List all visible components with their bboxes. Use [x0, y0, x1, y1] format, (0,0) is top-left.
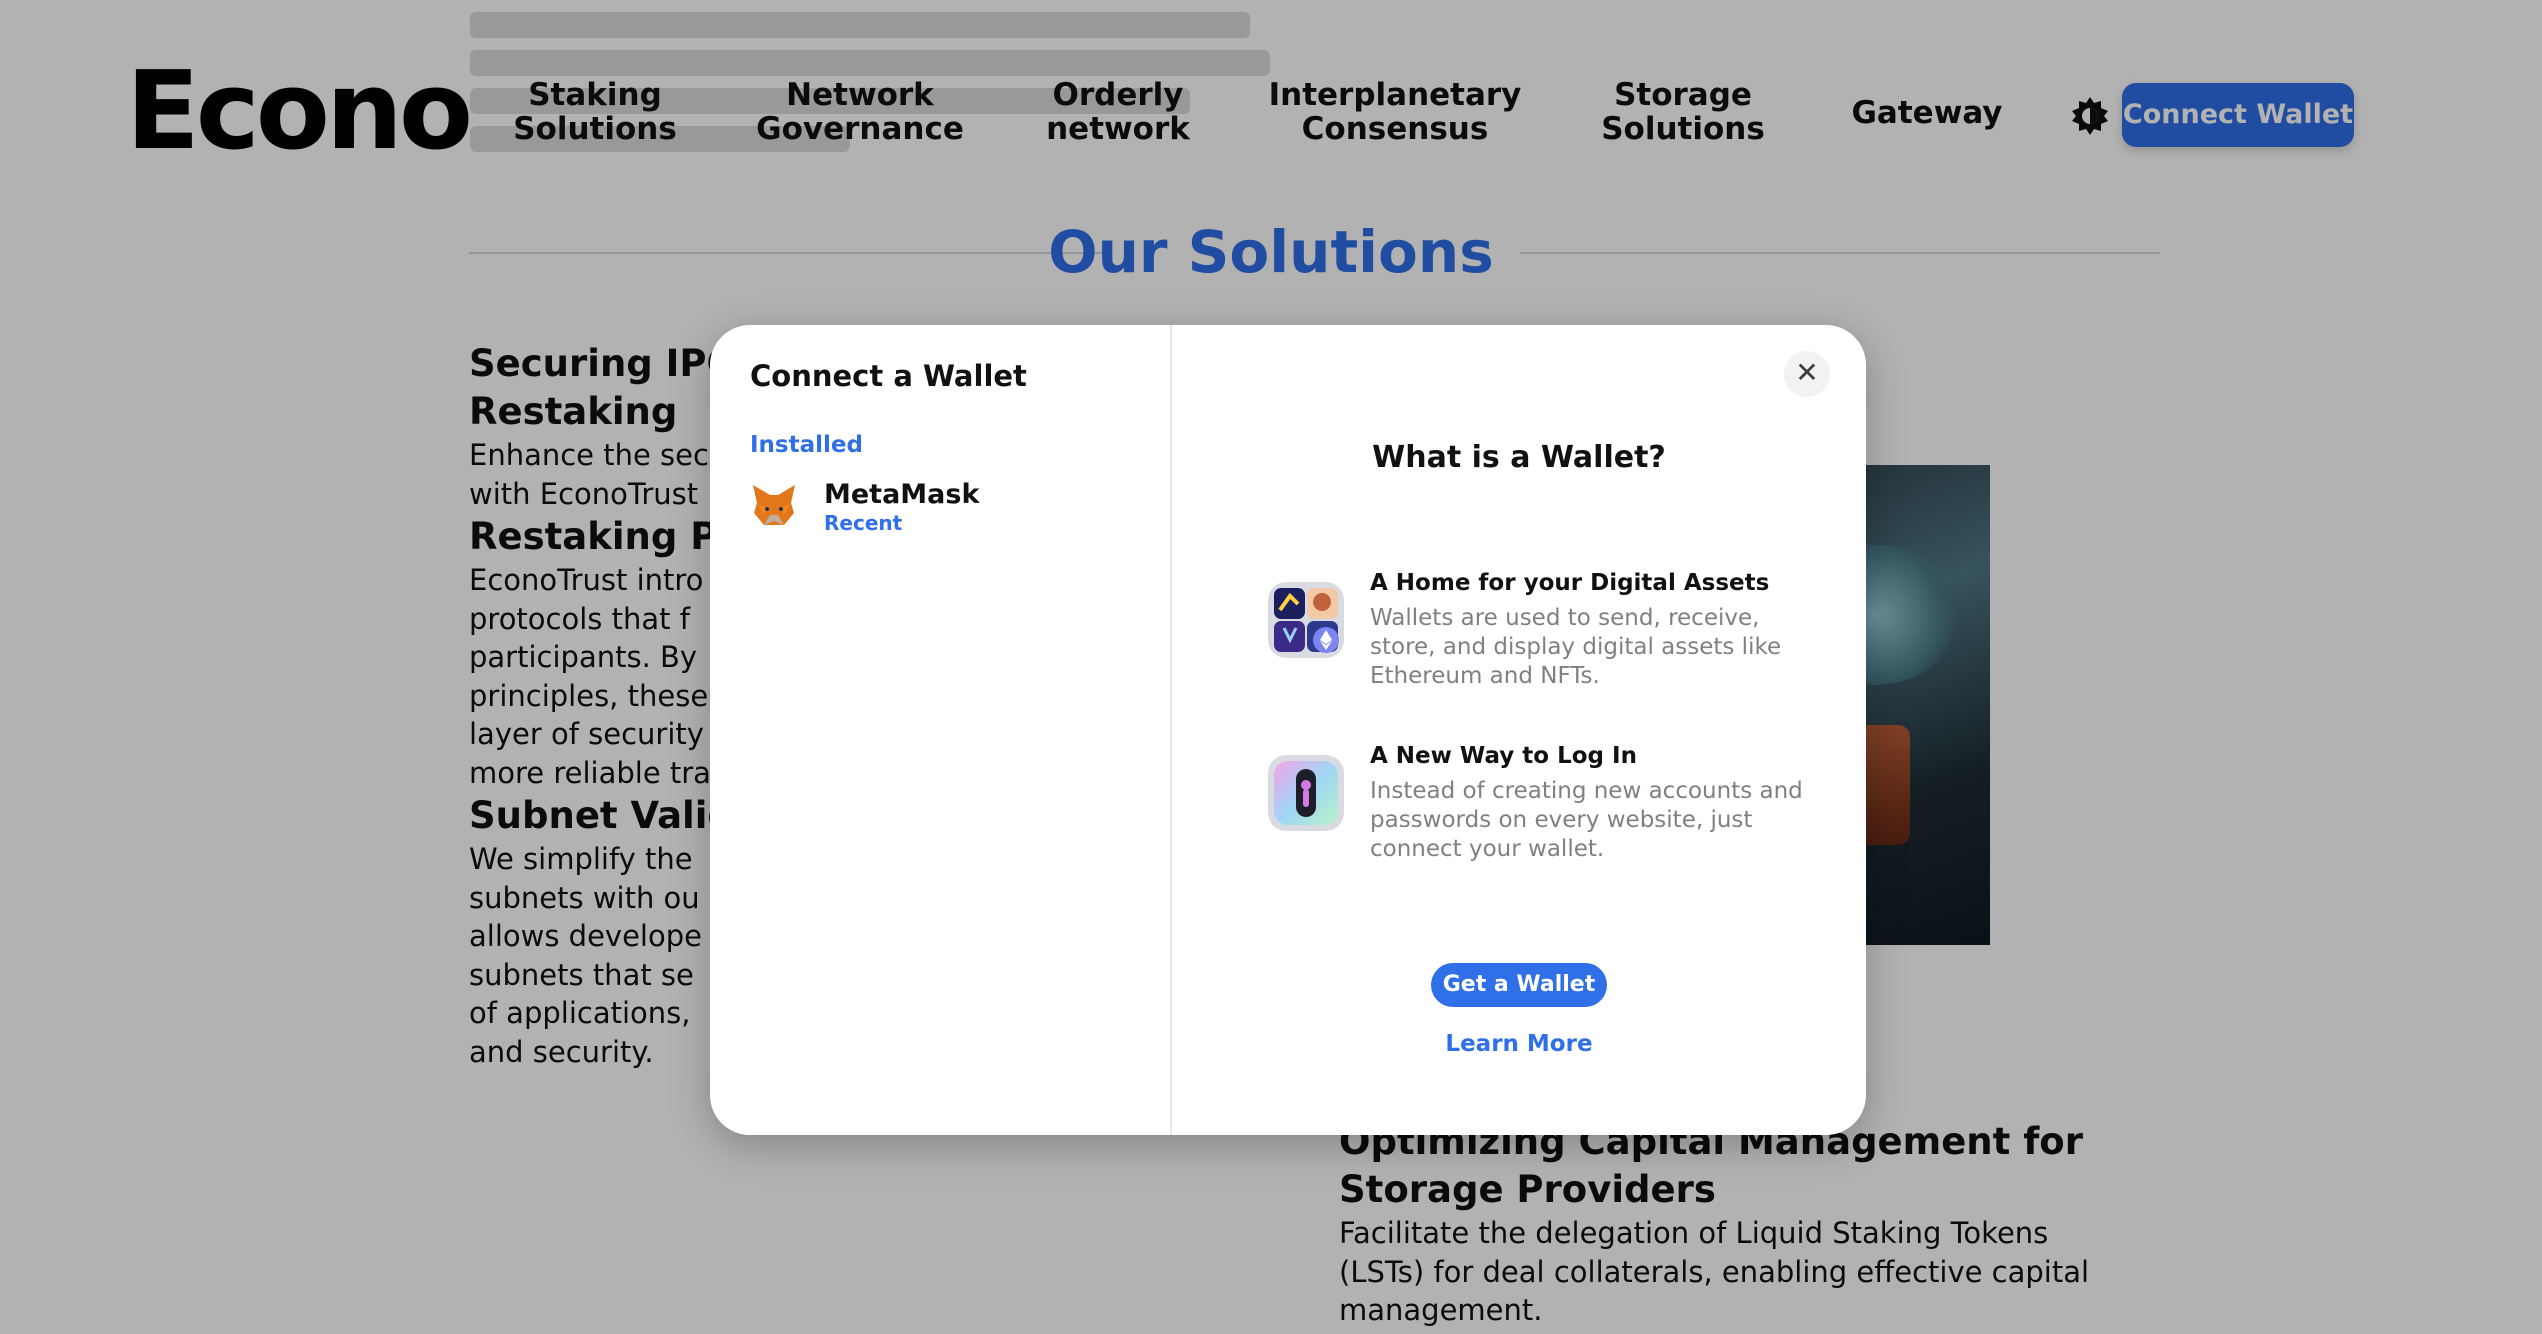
info-description: Instead of creating new accounts and pas… [1370, 778, 1803, 862]
connect-wallet-modal: Connect a Wallet Installed MetaMask Rece [710, 325, 1866, 1135]
modal-title: Connect a Wallet [750, 359, 1027, 393]
installed-label: Installed [750, 432, 863, 458]
learn-more-link[interactable]: Learn More [1172, 1031, 1866, 1057]
info-new-login: A New Way to Log In Instead of creating … [1268, 743, 1808, 873]
wallet-recent-tag: Recent [824, 511, 903, 535]
what-is-wallet-title: What is a Wallet? [1372, 440, 1666, 475]
wallet-list-panel: Connect a Wallet Installed MetaMask Rece [710, 325, 1172, 1135]
info-title: A Home for your Digital Assets [1370, 570, 1770, 596]
login-key-icon [1268, 755, 1344, 831]
page: Econo Staking Solutions Network Governan… [0, 0, 2542, 1334]
close-icon[interactable]: ✕ [1784, 351, 1830, 397]
info-title: A New Way to Log In [1370, 743, 1637, 769]
wallet-option-metamask[interactable]: MetaMask Recent [746, 475, 1146, 537]
metamask-fox-icon [750, 481, 798, 529]
get-a-wallet-button[interactable]: Get a Wallet [1431, 963, 1607, 1007]
wallet-info-panel: ✕ What is a Wallet? A Home for your Digi… [1172, 325, 1866, 1135]
digital-assets-icon [1268, 582, 1344, 658]
info-digital-assets: A Home for your Digital Assets Wallets a… [1268, 570, 1808, 700]
wallet-name: MetaMask [824, 479, 980, 510]
info-description: Wallets are used to send, receive, store… [1370, 605, 1782, 689]
